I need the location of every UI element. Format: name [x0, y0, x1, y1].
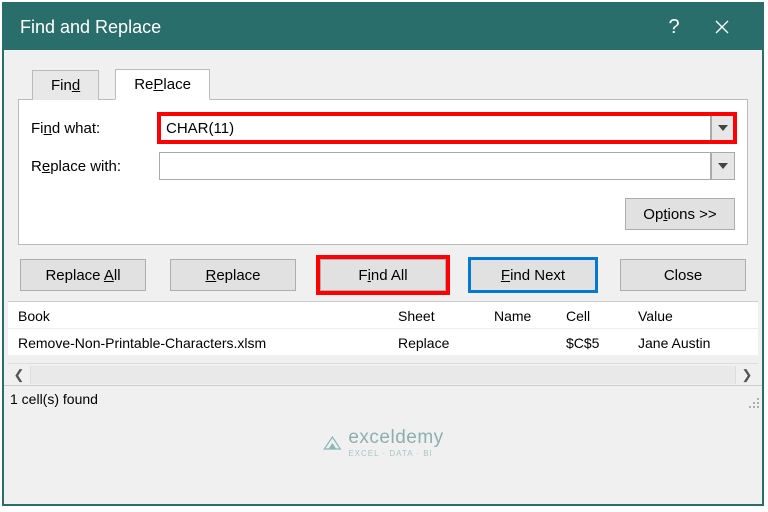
watermark-brand: exceldemy	[348, 427, 443, 449]
find-what-input-wrap	[159, 114, 735, 142]
tab-label: Find	[51, 77, 80, 94]
col-sheet[interactable]: Sheet	[398, 308, 494, 324]
options-row: Options >>	[31, 198, 735, 230]
replace-with-input[interactable]	[159, 152, 711, 180]
tab-label: RePlace	[134, 76, 191, 93]
help-button[interactable]: ?	[650, 4, 698, 50]
close-icon	[714, 19, 730, 35]
results-row[interactable]: Remove-Non-Printable-Characters.xlsm Rep…	[8, 329, 758, 355]
find-all-button[interactable]: Find All	[320, 259, 446, 291]
col-cell[interactable]: Cell	[566, 308, 638, 324]
scroll-left-button[interactable]: ❮	[8, 364, 30, 386]
resize-grip-icon[interactable]	[746, 395, 760, 409]
find-what-row: Find what:	[31, 114, 735, 142]
results-header: Book Sheet Name Cell Value	[8, 302, 758, 329]
replace-with-input-wrap	[159, 152, 735, 180]
cell-cell: $C$5	[566, 335, 638, 351]
find-replace-dialog: Find and Replace ? Find RePlace Find wha…	[2, 2, 764, 506]
horizontal-scrollbar[interactable]: ❮ ❯	[8, 363, 758, 385]
titlebar: Find and Replace ?	[4, 4, 762, 50]
replace-all-button[interactable]: Replace All	[20, 259, 146, 291]
cell-book: Remove-Non-Printable-Characters.xlsm	[18, 335, 398, 351]
find-what-input[interactable]	[159, 114, 711, 142]
exceldemy-watermark: exceldemy EXCEL · DATA · BI	[322, 427, 443, 458]
tab-find[interactable]: Find	[32, 70, 99, 100]
col-name[interactable]: Name	[494, 308, 566, 324]
find-next-button[interactable]: Find Next	[470, 259, 596, 291]
chevron-down-icon	[718, 163, 728, 169]
close-button[interactable]: Close	[620, 259, 746, 291]
chevron-down-icon	[718, 125, 728, 131]
cell-value: Jane Austin​	[638, 335, 748, 351]
cell-name	[494, 335, 566, 351]
scroll-track[interactable]	[30, 366, 736, 384]
action-buttons: Replace All Replace Find All Find Next C…	[4, 245, 762, 301]
tab-body-replace: Find what: Replace with:	[18, 100, 748, 245]
col-book[interactable]: Book	[18, 308, 398, 324]
logo-icon	[322, 435, 342, 451]
status-bar: 1 cell(s) found	[4, 385, 762, 411]
col-value[interactable]: Value	[638, 308, 748, 324]
options-button[interactable]: Options >>	[625, 198, 735, 230]
replace-with-dropdown[interactable]	[711, 152, 735, 180]
find-what-dropdown[interactable]	[711, 114, 735, 142]
replace-button[interactable]: Replace	[170, 259, 296, 291]
tabs: Find RePlace	[18, 68, 748, 100]
status-text: 1 cell(s) found	[10, 391, 98, 407]
results-list: Book Sheet Name Cell Value Remove-Non-Pr…	[8, 301, 758, 355]
dialog-title: Find and Replace	[20, 17, 650, 38]
close-window-button[interactable]	[698, 4, 746, 50]
replace-with-row: Replace with:	[31, 152, 735, 180]
cell-sheet: Replace	[398, 335, 494, 351]
tab-replace[interactable]: RePlace	[115, 69, 210, 100]
dialog-content: Find RePlace Find what: Re	[4, 50, 762, 504]
scroll-right-button[interactable]: ❯	[736, 364, 758, 386]
replace-with-label: Replace with:	[31, 158, 159, 175]
watermark-tagline: EXCEL · DATA · BI	[348, 449, 443, 458]
find-what-label: Find what:	[31, 120, 159, 137]
